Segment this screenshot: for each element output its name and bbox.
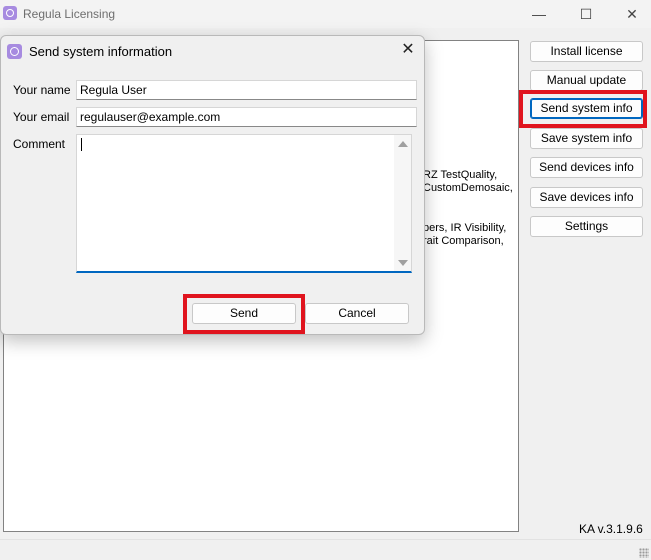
- text-caret: [81, 138, 82, 151]
- resize-grip-icon[interactable]: [639, 548, 649, 558]
- info-text-line: RZ TestQuality,: [423, 169, 498, 181]
- manual-update-button[interactable]: Manual update: [530, 70, 643, 91]
- cancel-button[interactable]: Cancel: [305, 303, 409, 324]
- scroll-up-icon[interactable]: [398, 141, 408, 147]
- email-field[interactable]: [76, 107, 417, 127]
- comment-label: Comment: [13, 137, 66, 151]
- window-title: Regula Licensing: [23, 7, 116, 21]
- close-window-button[interactable]: ✕: [612, 4, 651, 24]
- save-system-info-button[interactable]: Save system info: [530, 128, 643, 149]
- scroll-down-icon[interactable]: [398, 260, 408, 266]
- email-label: Your email: [13, 110, 70, 124]
- app-logo-icon: [3, 6, 17, 20]
- dialog-close-icon[interactable]: ✕: [399, 41, 417, 59]
- dialog-title: Send system information: [29, 44, 173, 59]
- save-devices-info-button[interactable]: Save devices info: [530, 187, 643, 208]
- send-system-info-dialog: Send system information ✕ Your name Your…: [0, 35, 425, 335]
- maximize-button[interactable]: ☐: [566, 4, 606, 24]
- info-text-line: rait Comparison,: [423, 235, 504, 247]
- info-text-line: pers, IR Visibility,: [423, 222, 507, 234]
- minimize-button[interactable]: —: [519, 4, 559, 24]
- info-text-line: CustomDemosaic,: [423, 182, 513, 194]
- dialog-logo-icon: [7, 44, 22, 59]
- version-label: KA v.3.1.9.6: [579, 522, 643, 536]
- comment-scrollbar[interactable]: [394, 135, 411, 271]
- send-button[interactable]: Send: [192, 303, 296, 324]
- install-license-button[interactable]: Install license: [530, 41, 643, 62]
- settings-button[interactable]: Settings: [530, 216, 643, 237]
- comment-textarea[interactable]: [76, 134, 412, 273]
- send-devices-info-button[interactable]: Send devices info: [530, 157, 643, 178]
- send-system-info-button[interactable]: Send system info: [530, 98, 643, 119]
- status-bar: [0, 539, 651, 560]
- title-bar: Regula Licensing — ☐ ✕: [0, 0, 651, 28]
- name-label: Your name: [13, 83, 71, 97]
- name-field[interactable]: [76, 80, 417, 100]
